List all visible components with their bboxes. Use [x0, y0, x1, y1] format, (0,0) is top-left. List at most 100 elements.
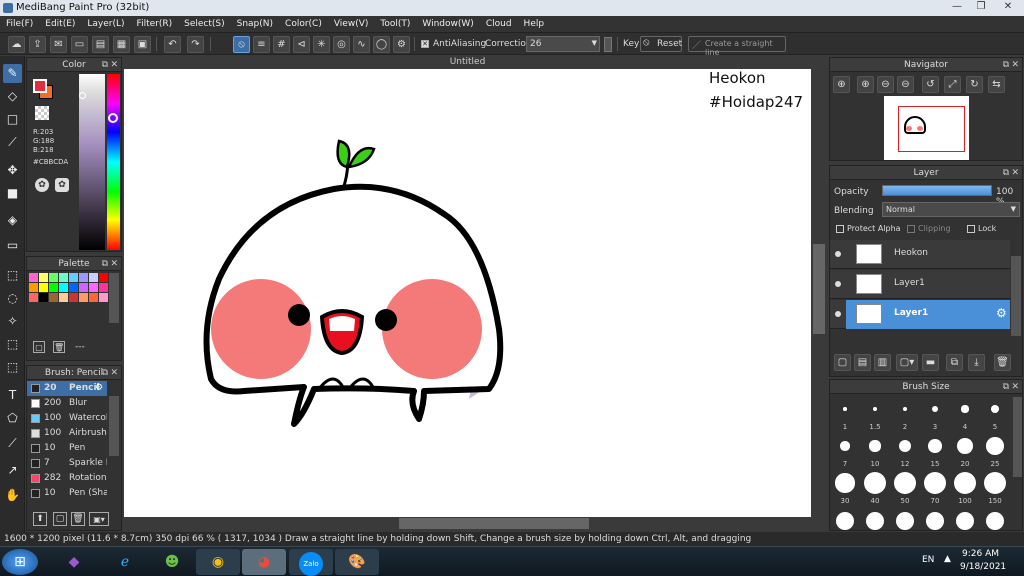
menu-window[interactable]: Window(W)	[416, 16, 479, 33]
add-layer-menu-icon[interactable]: ▢▾	[896, 354, 918, 371]
language-indicator[interactable]: EN	[922, 555, 934, 565]
palette-swatch[interactable]	[29, 283, 38, 292]
close-icon[interactable]: ✕	[1011, 166, 1019, 180]
brush-size-dot[interactable]	[866, 512, 884, 530]
add-brush-icon[interactable]: ⬆	[33, 512, 47, 526]
reset-button[interactable]: ⦸ Reset	[640, 36, 682, 52]
minimize-button[interactable]: —	[944, 0, 970, 14]
zoom-fit-icon[interactable]: ⊕	[833, 76, 850, 93]
brush-size-cell[interactable]: 30	[830, 469, 860, 506]
fit-window-icon[interactable]: ⤢	[944, 76, 961, 93]
layer-row[interactable]: Layer1	[830, 270, 1010, 299]
brush-tool-icon[interactable]: ⟋	[3, 133, 22, 152]
brush-size-cell[interactable]: 100	[950, 469, 980, 506]
radial-snap-icon[interactable]: ✳	[313, 36, 330, 53]
palette-swatch[interactable]	[79, 293, 88, 302]
curve-snap-icon[interactable]: ∿	[353, 36, 370, 53]
blending-select[interactable]: Normal ▼	[882, 202, 1020, 217]
rotate-right-icon[interactable]: ↻	[966, 76, 983, 93]
float-icon[interactable]: ⧉	[102, 58, 108, 72]
gradient-tool-icon[interactable]: ▭	[3, 236, 22, 255]
navigator-preview[interactable]	[884, 96, 969, 160]
start-button[interactable]: ⊞	[2, 549, 38, 575]
brush-scrollbar[interactable]	[109, 396, 119, 456]
undo-icon[interactable]: ↶	[164, 36, 181, 53]
menu-edit[interactable]: Edit(E)	[39, 16, 81, 33]
close-icon[interactable]: ✕	[1011, 380, 1019, 394]
pen-tool-icon[interactable]: ✎	[3, 64, 22, 83]
palette-swatch[interactable]	[89, 273, 98, 282]
palette-swatch[interactable]	[59, 293, 68, 302]
menu-file[interactable]: File(F)	[0, 16, 39, 33]
paint-icon[interactable]: 🎨	[335, 549, 379, 575]
zalo-icon[interactable]: Zalo	[289, 549, 333, 576]
brush-item[interactable]: 10 Pen	[27, 441, 107, 456]
maximize-button[interactable]: ❐	[968, 0, 994, 14]
float-icon[interactable]: ⧉	[1003, 58, 1009, 72]
menu-snap[interactable]: Snap(N)	[231, 16, 279, 33]
float-icon[interactable]: ⧉	[1003, 166, 1009, 180]
brush-item[interactable]: 100 Watercol	[27, 411, 107, 426]
brush-size-cell[interactable]: 10	[860, 432, 890, 469]
layer-row[interactable]: Layer1 ⚙	[830, 300, 1010, 329]
palette-swatch[interactable]	[39, 293, 48, 302]
tray-arrow-icon[interactable]: ▲	[944, 554, 951, 564]
antialiasing-checkbox[interactable]: ✕	[421, 40, 429, 48]
settings-icon[interactable]: ⚙	[393, 36, 410, 53]
brush-size-cell[interactable]: 150	[980, 469, 1010, 506]
palette-swatch[interactable]	[99, 293, 108, 302]
protect-alpha-checkbox[interactable]	[836, 225, 844, 233]
merge-down-icon[interactable]: ⤓	[968, 354, 985, 371]
brush-size-dot[interactable]	[836, 512, 854, 530]
add-palette-icon[interactable]: ▢	[33, 341, 45, 353]
brush-size-cell[interactable]: 15	[920, 432, 950, 469]
correction-slider-icon[interactable]	[604, 37, 612, 52]
palette-swatch[interactable]	[69, 293, 78, 302]
new-halftone-layer-icon[interactable]: ▤	[854, 354, 871, 371]
internet-explorer-icon[interactable]: ℯ	[103, 549, 147, 575]
menu-view[interactable]: View(V)	[328, 16, 375, 33]
close-icon[interactable]: ✕	[110, 366, 118, 380]
palette-swatch[interactable]	[49, 273, 58, 282]
ellipse-snap-icon[interactable]: ◯	[373, 36, 390, 53]
gear-icon[interactable]: ⚙	[95, 381, 103, 396]
zoom-out-icon[interactable]: ⊖	[877, 76, 894, 93]
medibang-taskbar-icon[interactable]: ◕	[242, 549, 286, 575]
lasso-tool-icon[interactable]: ◌	[3, 289, 22, 308]
brush-size-cell[interactable]: 40	[860, 469, 890, 506]
horizontal-scrollbar[interactable]	[124, 517, 827, 530]
brush-size-cell[interactable]: 4	[950, 395, 980, 432]
new-file-icon[interactable]: ▣	[134, 36, 151, 53]
delete-palette-icon[interactable]: 🗑	[53, 341, 65, 353]
delete-layer-icon[interactable]: 🗑	[994, 354, 1011, 371]
sv-picker[interactable]	[79, 74, 105, 250]
new-layer-icon[interactable]: ▢	[834, 354, 851, 371]
brush-size-cell[interactable]: 70	[920, 469, 950, 506]
transparent-swatch[interactable]	[35, 106, 49, 120]
brush-size-dot[interactable]	[956, 512, 974, 530]
horizontal-scroll-thumb[interactable]	[399, 518, 589, 529]
new-brush-icon[interactable]: ▢	[53, 512, 67, 526]
cloud-icon[interactable]: ☁	[8, 36, 25, 53]
redo-icon[interactable]: ↷	[187, 36, 204, 53]
chrome-icon[interactable]: ◉	[196, 549, 240, 575]
eyedropper-icon[interactable]: ⟋	[3, 434, 22, 453]
brush-item[interactable]: 200 Blur	[27, 396, 107, 411]
layer-item-body[interactable]: Layer1 ⚙	[846, 300, 1010, 329]
palette-swatch[interactable]	[29, 273, 38, 282]
palette-swatch[interactable]	[79, 283, 88, 292]
menu-cloud[interactable]: Cloud	[480, 16, 518, 33]
close-icon[interactable]: ✕	[1011, 58, 1019, 72]
palette-swatch[interactable]	[49, 293, 58, 302]
new-8bit-layer-icon[interactable]: ▥	[874, 354, 891, 371]
float-icon[interactable]: ⧉	[102, 257, 108, 271]
palette-more[interactable]: ---	[75, 342, 85, 352]
palette-swatch[interactable]	[39, 273, 48, 282]
zoom-in-icon[interactable]: ⊕	[857, 76, 874, 93]
rotate-left-icon[interactable]: ↺	[922, 76, 939, 93]
clipping-checkbox[interactable]	[907, 225, 915, 233]
palette-swatch[interactable]	[79, 273, 88, 282]
menu-help[interactable]: Help	[518, 16, 551, 33]
brush-item[interactable]: 10 Pen (Sha	[27, 486, 107, 501]
brush-size-cell[interactable]: 5	[980, 395, 1010, 432]
